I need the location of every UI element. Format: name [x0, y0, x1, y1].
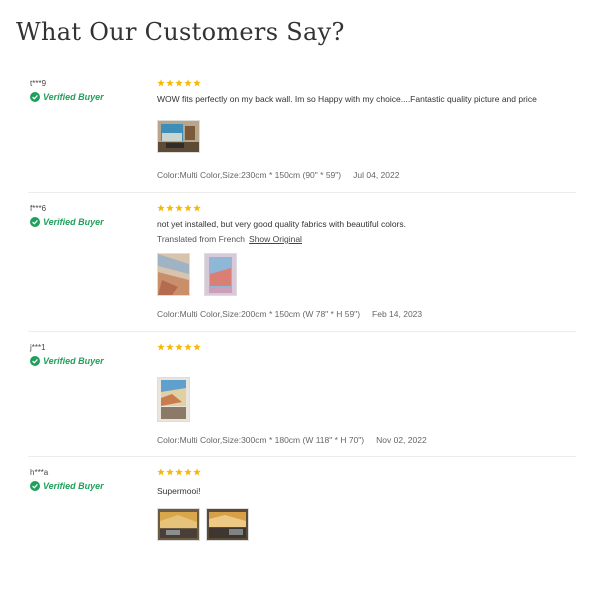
review-item: t***9 Verified Buyer WOW fits perfectly …	[0, 79, 610, 189]
star-icon	[193, 343, 201, 351]
review-date: Feb 14, 2023	[372, 309, 423, 319]
reviewer-name: t***9	[30, 79, 47, 88]
star-icon	[157, 204, 165, 212]
review-photo[interactable]	[157, 253, 190, 296]
variant-info: Color:Multi Color,Size:230cm * 150cm (90…	[157, 170, 342, 180]
review-meta: Color:Multi Color,Size:300cm * 180cm (W …	[157, 435, 427, 445]
star-icon	[157, 343, 165, 351]
review-date: Jul 04, 2022	[353, 170, 400, 180]
star-icon	[184, 204, 192, 212]
review-item: h***a Verified Buyer Supermooi!	[0, 468, 610, 558]
verified-badge: Verified Buyer	[30, 356, 104, 366]
variant-info: Color:Multi Color,Size:300cm * 180cm (W …	[157, 435, 365, 445]
verified-badge: Verified Buyer	[30, 92, 104, 102]
star-icon	[175, 343, 183, 351]
review-comment: Supermooi!	[157, 486, 201, 496]
reviewer-name: h***a	[30, 468, 49, 477]
star-icon	[175, 79, 183, 87]
verified-badge: Verified Buyer	[30, 217, 104, 227]
divider	[28, 331, 576, 332]
star-icon	[157, 468, 165, 476]
show-original-link[interactable]: Show Original	[249, 234, 302, 244]
review-photo[interactable]	[157, 377, 190, 422]
review-photo[interactable]	[206, 508, 249, 541]
star-icon	[175, 468, 183, 476]
star-icon	[184, 468, 192, 476]
verified-label: Verified Buyer	[43, 217, 104, 227]
review-photos	[157, 120, 200, 153]
star-icon	[193, 79, 201, 87]
divider	[28, 192, 576, 193]
review-meta: Color:Multi Color,Size:200cm * 150cm (W …	[157, 309, 422, 319]
star-icon	[166, 79, 174, 87]
star-rating	[157, 79, 201, 87]
star-rating	[157, 468, 201, 476]
star-icon	[166, 204, 174, 212]
star-icon	[184, 79, 192, 87]
translation-note: Translated from French Show Original	[157, 234, 302, 244]
review-photo[interactable]	[157, 508, 200, 541]
review-meta: Color:Multi Color,Size:230cm * 150cm (90…	[157, 170, 399, 180]
review-item: f***6 Verified Buyer not yet installed, …	[0, 204, 610, 324]
star-icon	[184, 343, 192, 351]
reviewer-name: f***6	[30, 204, 47, 213]
verified-check-icon	[30, 481, 40, 491]
verified-label: Verified Buyer	[43, 356, 104, 366]
verified-check-icon	[30, 92, 40, 102]
star-icon	[175, 204, 183, 212]
review-photo[interactable]	[157, 120, 200, 153]
verified-label: Verified Buyer	[43, 92, 104, 102]
translated-label: Translated from French	[157, 234, 246, 244]
review-photos	[157, 253, 237, 296]
star-icon	[193, 204, 201, 212]
reviewer-name: j***1	[30, 343, 46, 352]
review-comment: not yet installed, but very good quality…	[157, 219, 406, 229]
review-item: j***1 Verified Buyer Color:Multi Color,S…	[0, 343, 610, 453]
verified-label: Verified Buyer	[43, 481, 104, 491]
page-title: What Our Customers Say?	[16, 18, 345, 46]
star-rating	[157, 204, 201, 212]
star-icon	[157, 79, 165, 87]
review-date: Nov 02, 2022	[376, 435, 427, 445]
divider	[28, 456, 576, 457]
verified-check-icon	[30, 217, 40, 227]
star-rating	[157, 343, 201, 351]
review-comment: WOW fits perfectly on my back wall. Im s…	[157, 94, 537, 104]
star-icon	[166, 468, 174, 476]
variant-info: Color:Multi Color,Size:200cm * 150cm (W …	[157, 309, 361, 319]
verified-check-icon	[30, 356, 40, 366]
review-photo[interactable]	[204, 253, 237, 296]
review-photos	[157, 508, 249, 541]
review-photos	[157, 377, 190, 422]
star-icon	[166, 343, 174, 351]
verified-badge: Verified Buyer	[30, 481, 104, 491]
star-icon	[193, 468, 201, 476]
